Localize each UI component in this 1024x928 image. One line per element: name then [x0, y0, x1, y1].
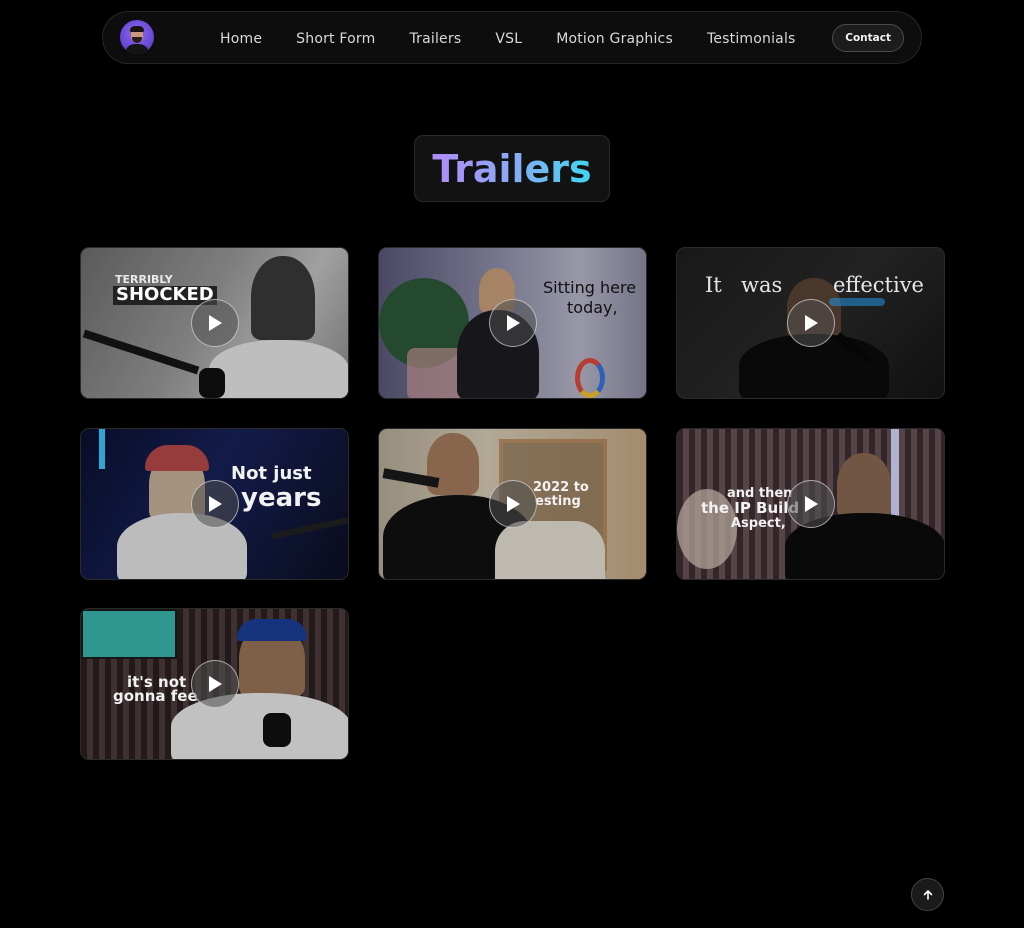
play-button[interactable]	[191, 299, 239, 347]
nav-link-home[interactable]: Home	[220, 31, 262, 47]
video-card-2[interactable]: Sitting here today,	[378, 247, 647, 399]
video-caption: today,	[567, 298, 618, 317]
scroll-to-top-button[interactable]	[911, 878, 944, 911]
video-caption: was	[741, 273, 783, 297]
video-card-3[interactable]: It was effective	[676, 247, 945, 399]
play-icon	[209, 315, 222, 331]
play-button[interactable]	[489, 299, 537, 347]
contact-button[interactable]: Contact	[832, 24, 904, 52]
play-button[interactable]	[489, 480, 537, 528]
nav-link-motion-graphics[interactable]: Motion Graphics	[556, 31, 673, 47]
video-caption: the IP Build	[701, 499, 800, 517]
page-title-box: Trailers	[414, 135, 610, 202]
video-card-5[interactable]: 2022 to esting	[378, 428, 647, 580]
video-caption: gonna fee	[113, 687, 198, 705]
video-caption: 2022 to	[533, 480, 589, 495]
video-card-7[interactable]: it's not gonna fee	[80, 608, 349, 760]
play-icon	[209, 676, 222, 692]
top-navbar: Home Short Form Trailers VSL Motion Grap…	[102, 11, 922, 64]
video-card-4[interactable]: Not just years	[80, 428, 349, 580]
page-title: Trailers	[432, 146, 592, 191]
video-caption: years	[241, 483, 322, 513]
video-caption: It	[705, 273, 722, 297]
nav-link-trailers[interactable]: Trailers	[409, 31, 461, 47]
video-card-6[interactable]: and then the IP Build Aspect,	[676, 428, 945, 580]
video-card-1[interactable]: TERRIBLY SHOCKED	[80, 247, 349, 399]
play-icon	[507, 496, 520, 512]
play-button[interactable]	[191, 480, 239, 528]
arrow-up-icon	[923, 889, 932, 900]
play-icon	[805, 315, 818, 331]
video-caption: Aspect,	[731, 516, 786, 531]
play-icon	[507, 315, 520, 331]
play-icon	[805, 496, 818, 512]
play-button[interactable]	[787, 299, 835, 347]
video-caption: esting	[535, 494, 581, 509]
play-button[interactable]	[191, 660, 239, 708]
avatar[interactable]	[120, 20, 154, 54]
video-caption: effective	[833, 273, 924, 297]
play-icon	[209, 496, 222, 512]
video-caption: Sitting here	[543, 278, 637, 297]
nav-link-testimonials[interactable]: Testimonials	[707, 31, 796, 47]
nav-link-vsl[interactable]: VSL	[495, 31, 522, 47]
play-button[interactable]	[787, 480, 835, 528]
video-caption: Not just	[231, 463, 312, 484]
nav-links: Home Short Form Trailers VSL Motion Grap…	[220, 12, 830, 65]
nav-link-short-form[interactable]: Short Form	[296, 31, 375, 47]
